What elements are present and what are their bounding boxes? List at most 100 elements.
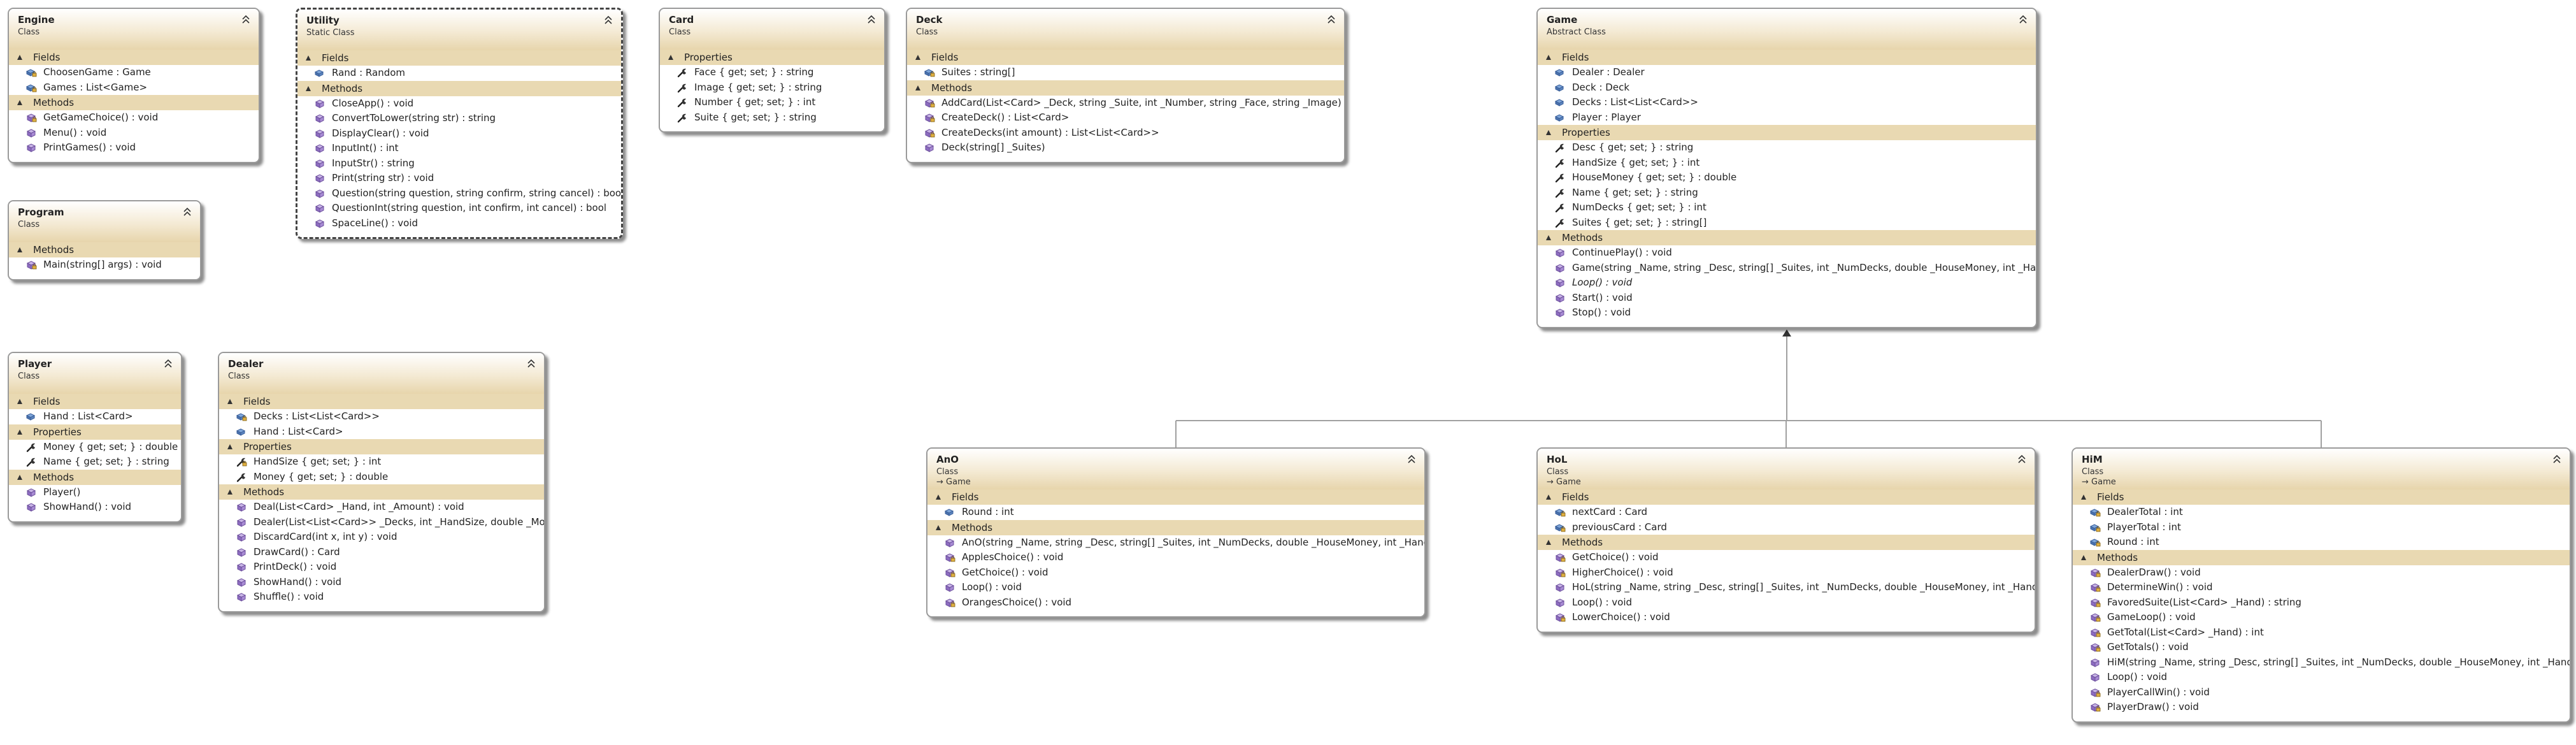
member-row[interactable]: Game(string _Name, string _Desc, string[… [1538, 261, 2036, 276]
member-row[interactable]: nextCard : Card [1538, 505, 2035, 520]
member-row[interactable]: DrawCard() : Card [219, 545, 544, 560]
member-row[interactable]: HiM(string _Name, string _Desc, string[]… [2073, 655, 2570, 670]
member-row[interactable]: ChoosenGame : Game [9, 65, 259, 80]
member-row[interactable]: HouseMoney { get; set; } : double [1538, 170, 2036, 185]
section-header-fields[interactable]: Fields [2073, 489, 2570, 505]
member-row[interactable]: Loop() : void [2073, 670, 2570, 685]
class-box-player[interactable]: Player Class Fields Hand : List<Card> Proper… [8, 352, 182, 523]
member-row[interactable]: Start() : void [1538, 291, 2036, 306]
member-row[interactable]: OrangesChoice() : void [927, 595, 1424, 611]
member-row[interactable]: Money { get; set; } : double [9, 440, 181, 455]
member-row[interactable]: Dealer(List<List<Card>> _Decks, int _Han… [219, 515, 544, 530]
collapse-chevron-icon[interactable] [181, 206, 194, 219]
member-row[interactable]: Games : List<Game> [9, 80, 259, 96]
member-row[interactable]: Name { get; set; } : string [1538, 185, 2036, 201]
member-row[interactable]: NumDecks { get; set; } : int [1538, 200, 2036, 215]
member-row[interactable]: Menu() : void [9, 126, 259, 141]
class-box-dealer[interactable]: Dealer Class Fields Decks : List<List<Card>… [218, 352, 545, 612]
collapse-chevron-icon[interactable] [602, 14, 615, 27]
class-box-utility[interactable]: Utility Static Class Fields Rand : Random Me… [296, 8, 623, 239]
section-header-methods[interactable]: Methods [9, 95, 259, 110]
member-row[interactable]: GetChoice() : void [1538, 550, 2035, 565]
member-row[interactable]: SpaceLine() : void [297, 216, 621, 231]
section-header-methods[interactable]: Methods [9, 469, 181, 485]
section-header-fields[interactable]: Fields [219, 394, 544, 409]
class-box-ano[interactable]: AnO Class → Game Fields Round : int Methods An… [926, 447, 1426, 618]
collapse-triangle-icon[interactable] [2081, 495, 2086, 500]
collapse-triangle-icon[interactable] [306, 55, 311, 61]
collapse-triangle-icon[interactable] [1546, 495, 1551, 500]
member-row[interactable]: DetermineWin() : void [2073, 580, 2570, 595]
section-header-fields[interactable]: Fields [1538, 489, 2035, 505]
member-row[interactable]: Image { get; set; } : string [660, 80, 884, 96]
member-row[interactable]: HandSize { get; set; } : int [1538, 156, 2036, 171]
member-row[interactable]: ConvertToLower(string str) : string [297, 111, 621, 126]
member-row[interactable]: Hand : List<Card> [9, 409, 181, 424]
collapse-chevron-icon[interactable] [865, 13, 878, 26]
class-box-card[interactable]: Card Class Properties Face { get; set; } : … [659, 8, 885, 133]
collapse-triangle-icon[interactable] [17, 474, 22, 480]
collapse-chevron-icon[interactable] [525, 358, 538, 370]
member-row[interactable]: ApplesChoice() : void [927, 550, 1424, 565]
member-row[interactable]: Face { get; set; } : string [660, 65, 884, 80]
section-header-fields[interactable]: Fields [297, 50, 621, 66]
member-row[interactable]: previousCard : Card [1538, 520, 2035, 535]
collapse-chevron-icon[interactable] [1325, 13, 1338, 26]
collapse-chevron-icon[interactable] [2551, 453, 2563, 466]
member-row[interactable]: GetGameChoice() : void [9, 110, 259, 126]
member-row[interactable]: PrintDeck() : void [219, 560, 544, 575]
member-row[interactable]: HoL(string _Name, string _Desc, string[]… [1538, 580, 2035, 595]
member-row[interactable]: PlayerDraw() : void [2073, 700, 2570, 715]
section-header-methods[interactable]: Methods [1538, 230, 2036, 245]
section-header-methods[interactable]: Methods [219, 484, 544, 500]
class-box-program[interactable]: Program Class Methods Main(string[] args) :… [8, 200, 201, 280]
collapse-triangle-icon[interactable] [306, 85, 311, 91]
member-row[interactable]: Print(string str) : void [297, 171, 621, 186]
collapse-chevron-icon[interactable] [2015, 453, 2028, 466]
member-row[interactable]: Desc { get; set; } : string [1538, 140, 2036, 156]
member-row[interactable]: DealerTotal : int [2073, 505, 2570, 520]
collapse-triangle-icon[interactable] [936, 524, 941, 530]
section-header-fields[interactable]: Fields [1538, 50, 2036, 65]
section-header-properties[interactable]: Properties [1538, 125, 2036, 140]
member-row[interactable]: Suites { get; set; } : string[] [1538, 215, 2036, 231]
member-row[interactable]: DiscardCard(int x, int y) : void [219, 530, 544, 545]
member-row[interactable]: DisplayClear() : void [297, 126, 621, 141]
collapse-triangle-icon[interactable] [17, 100, 22, 105]
member-row[interactable]: Shuffle() : void [219, 589, 544, 605]
member-row[interactable]: Round : int [927, 505, 1424, 520]
member-row[interactable]: Deal(List<Card> _Hand, int _Amount) : vo… [219, 500, 544, 515]
member-row[interactable]: Deck(string[] _Suites) [907, 140, 1344, 156]
collapse-triangle-icon[interactable] [2081, 554, 2086, 560]
member-row[interactable]: GameLoop() : void [2073, 610, 2570, 625]
collapse-triangle-icon[interactable] [17, 55, 22, 60]
section-header-fields[interactable]: Fields [9, 50, 259, 65]
section-header-methods[interactable]: Methods [927, 519, 1424, 535]
member-row[interactable]: FavoredSuite(List<Card> _Hand) : string [2073, 595, 2570, 611]
class-box-hol[interactable]: HoL Class → Game Fields nextCard : Card previ… [1536, 447, 2036, 633]
member-row[interactable]: QuestionInt(string question, int confirm… [297, 201, 621, 216]
member-row[interactable]: ContinuePlay() : void [1538, 245, 2036, 261]
member-row[interactable]: Player : Player [1538, 110, 2036, 126]
member-row[interactable]: Player() [9, 485, 181, 500]
collapse-triangle-icon[interactable] [936, 495, 941, 500]
class-box-him[interactable]: HiM Class → Game Fields DealerTotal : int Pla… [2072, 447, 2571, 723]
member-row[interactable]: Deck : Deck [1538, 80, 2036, 96]
collapse-triangle-icon[interactable] [915, 55, 920, 60]
member-row[interactable]: HigherChoice() : void [1538, 565, 2035, 581]
member-row[interactable]: PlayerTotal : int [2073, 520, 2570, 535]
member-row[interactable]: Decks : List<List<Card>> [1538, 95, 2036, 110]
member-row[interactable]: GetTotal(List<Card> _Hand) : int [2073, 625, 2570, 640]
member-row[interactable]: Loop() : void [927, 580, 1424, 595]
member-row[interactable]: GetTotals() : void [2073, 640, 2570, 655]
member-row[interactable]: Number { get; set; } : int [660, 95, 884, 110]
member-row[interactable]: InputStr() : string [297, 156, 621, 171]
member-row[interactable]: Suites : string[] [907, 65, 1344, 80]
collapse-triangle-icon[interactable] [17, 247, 22, 252]
collapse-chevron-icon[interactable] [240, 13, 252, 26]
member-row[interactable]: PlayerCallWin() : void [2073, 685, 2570, 700]
member-row[interactable]: ShowHand() : void [9, 500, 181, 515]
collapse-chevron-icon[interactable] [162, 358, 175, 370]
member-row[interactable]: Loop() : void [1538, 275, 2036, 291]
section-header-methods[interactable]: Methods [1538, 535, 2035, 550]
